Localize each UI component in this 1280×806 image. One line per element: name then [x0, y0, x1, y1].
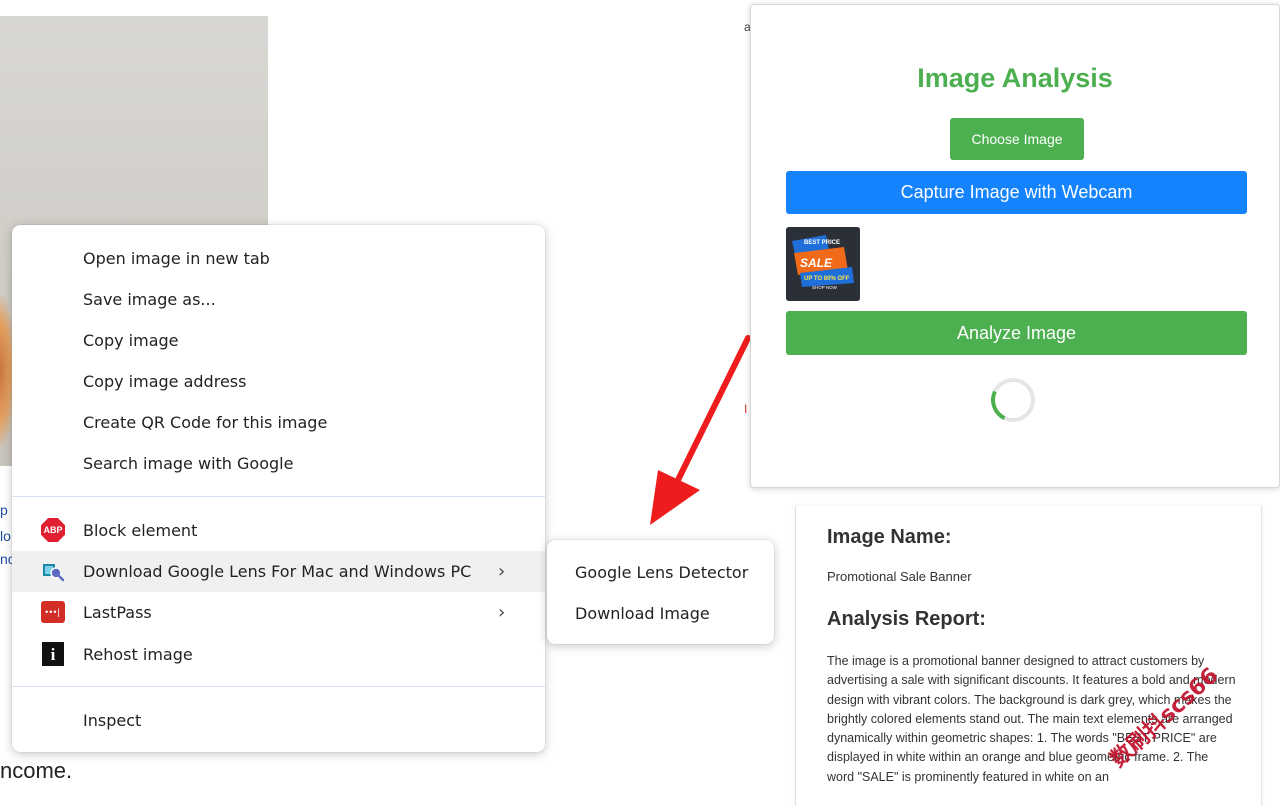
menu-item-label: Create QR Code for this image [83, 413, 328, 432]
menu-item-label: Rehost image [83, 645, 193, 664]
bg-link-fragment: p [0, 502, 8, 518]
context-menu: Open image in new tab Save image as... C… [12, 225, 545, 752]
menu-item-lastpass[interactable]: •••| LastPass › [12, 592, 545, 633]
menu-item-label: Copy image [83, 331, 179, 350]
thumbnail-text-shop-now: SHOP NOW [812, 285, 838, 290]
google-lens-icon [41, 559, 65, 583]
thumbnail-text-best-price: BEST PRICE [804, 240, 840, 246]
bg-paragraph-fragment: ncome. [0, 758, 73, 783]
chevron-right-icon: › [498, 561, 506, 582]
abp-icon-text: ABP [41, 518, 65, 542]
menu-item-save-image-as[interactable]: Save image as... [12, 279, 545, 320]
red-arrow-annotation [650, 335, 751, 525]
menu-item-copy-image-address[interactable]: Copy image address [12, 361, 545, 402]
submenu-item-download-image[interactable]: Download Image [575, 593, 710, 634]
menu-item-label: Block element [83, 521, 198, 540]
lastpass-icon-text: •••| [41, 601, 65, 623]
menu-item-label: Download Google Lens For Mac and Windows… [83, 562, 472, 581]
abp-icon: ABP [41, 518, 65, 542]
choose-image-button[interactable]: Choose Image [950, 118, 1084, 160]
image-name-value: Promotional Sale Banner [827, 569, 972, 584]
chevron-right-icon: › [498, 602, 506, 623]
menu-item-download-google-lens[interactable]: Download Google Lens For Mac and Windows… [12, 551, 545, 592]
menu-item-label: LastPass [83, 603, 152, 622]
loading-spinner-icon [984, 371, 1042, 429]
analysis-report-heading: Analysis Report: [827, 608, 986, 630]
menu-item-label: Inspect [83, 711, 142, 730]
image-analysis-popup: Image Analysis Choose Image Capture Imag… [750, 4, 1280, 488]
menu-item-open-image-new-tab[interactable]: Open image in new tab [12, 238, 545, 279]
google-lens-submenu: Google Lens Detector Download Image [547, 540, 774, 644]
menu-item-search-image-google[interactable]: Search image with Google [12, 443, 545, 484]
menu-item-copy-image[interactable]: Copy image [12, 320, 545, 361]
menu-divider [12, 686, 545, 687]
rehost-icon-text: i [42, 642, 64, 666]
submenu-item-google-lens-detector[interactable]: Google Lens Detector [575, 552, 748, 593]
selected-image-thumbnail: BEST PRICE SALE UP TO 80% OFF SHOP NOW [786, 227, 860, 301]
menu-item-label: Search image with Google [83, 454, 294, 473]
menu-item-label: Open image in new tab [83, 249, 270, 268]
capture-webcam-button[interactable]: Capture Image with Webcam [786, 171, 1247, 214]
menu-item-label: Copy image address [83, 372, 247, 391]
menu-divider [12, 496, 545, 497]
menu-item-rehost-image[interactable]: i Rehost image [12, 634, 545, 675]
lastpass-icon: •••| [41, 600, 65, 624]
rehost-icon: i [41, 642, 65, 666]
analysis-result-panel: Image Name: Promotional Sale Banner Anal… [795, 506, 1262, 806]
menu-item-block-element[interactable]: ABP Block element [12, 510, 545, 551]
thumbnail-text-discount: UP TO 80% OFF [804, 276, 850, 282]
menu-item-label: Save image as... [83, 290, 216, 309]
analyze-image-button[interactable]: Analyze Image [786, 311, 1247, 355]
popup-title: Image Analysis [917, 63, 1113, 93]
bg-link-fragment: lo [0, 528, 11, 544]
menu-item-create-qr-code[interactable]: Create QR Code for this image [12, 402, 545, 443]
thumbnail-text-sale: SALE [800, 256, 833, 270]
menu-item-inspect[interactable]: Inspect [12, 700, 545, 741]
image-name-heading: Image Name: [827, 526, 952, 548]
